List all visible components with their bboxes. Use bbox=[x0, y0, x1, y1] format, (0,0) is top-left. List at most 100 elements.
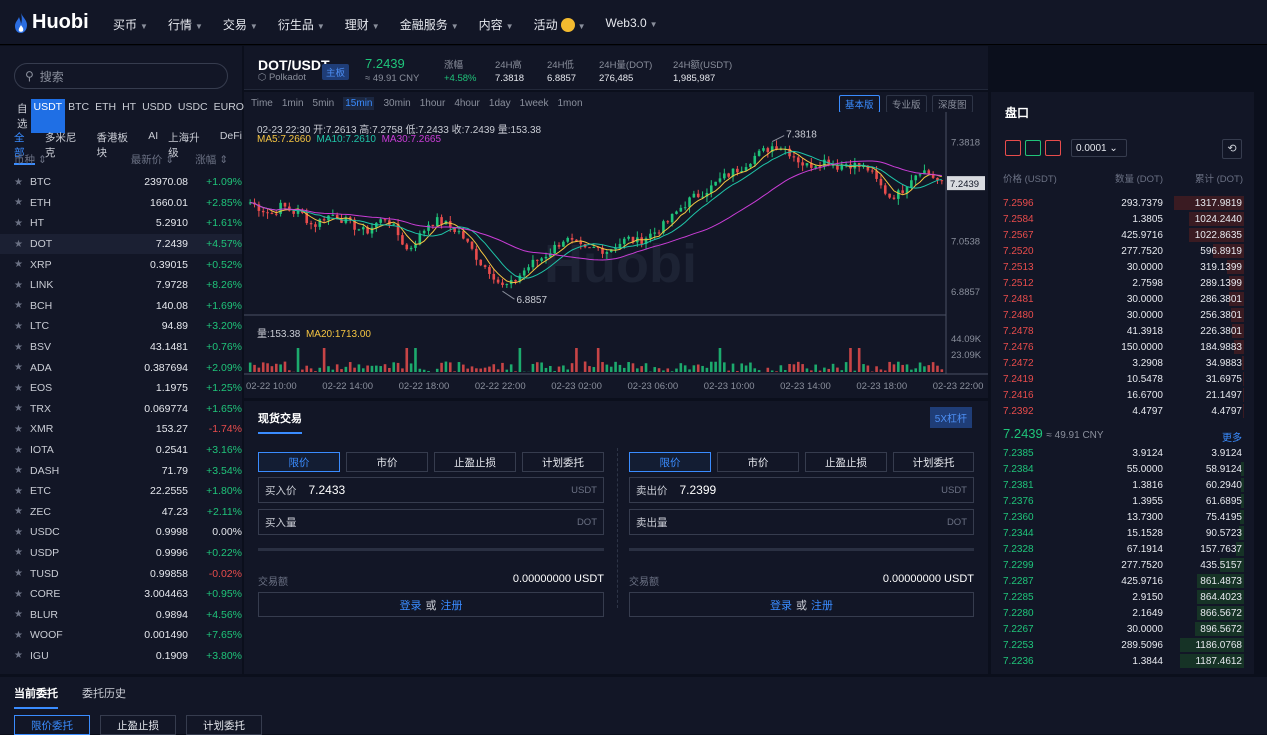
bid-row[interactable]: 7.234415.152890.5723 bbox=[991, 525, 1254, 541]
market-row[interactable]: ★DASH71.79+3.54% bbox=[0, 460, 242, 481]
market-row[interactable]: ★ETC22.2555+1.80% bbox=[0, 481, 242, 502]
star-icon[interactable]: ★ bbox=[14, 280, 30, 291]
tab-ht[interactable]: HT bbox=[119, 99, 139, 133]
bid-row[interactable]: 7.22852.9150864.4023 bbox=[991, 589, 1254, 605]
sort-change[interactable]: 涨幅 ⇕ bbox=[174, 152, 228, 167]
market-row[interactable]: ★BSV43.1481+0.76% bbox=[0, 337, 242, 358]
market-row[interactable]: ★ZEC47.23+2.11% bbox=[0, 502, 242, 523]
bid-row[interactable]: 7.22361.38441187.4612 bbox=[991, 653, 1254, 669]
star-icon[interactable]: ★ bbox=[14, 424, 30, 435]
market-row[interactable]: ★LINK7.9728+8.26% bbox=[0, 275, 242, 296]
market-row[interactable]: ★TRX0.069774+1.65% bbox=[0, 399, 242, 420]
tab-usdc[interactable]: USDC bbox=[175, 99, 211, 133]
star-icon[interactable]: ★ bbox=[14, 342, 30, 353]
buy-trigger-tab[interactable]: 计划委托 bbox=[522, 452, 604, 472]
bid-row[interactable]: 7.238455.000058.9124 bbox=[991, 461, 1254, 477]
sell-stoploss-tab[interactable]: 止盈止损 bbox=[805, 452, 887, 472]
interval-tab[interactable]: 30min bbox=[383, 98, 410, 109]
nav-item-derivatives[interactable]: 衍生品▼ bbox=[278, 16, 325, 33]
market-row[interactable]: ★USDC0.99980.00% bbox=[0, 522, 242, 543]
market-row[interactable]: ★LTC94.89+3.20% bbox=[0, 316, 242, 337]
market-row[interactable]: ★IGU0.1909+3.80% bbox=[0, 646, 242, 667]
market-row[interactable]: ★XMR153.27-1.74% bbox=[0, 419, 242, 440]
market-row[interactable]: ★ETH1660.01+2.85% bbox=[0, 193, 242, 214]
market-row[interactable]: ★DOT7.2439+4.57% bbox=[0, 234, 242, 255]
bid-row[interactable]: 7.23811.381660.2940 bbox=[991, 477, 1254, 493]
ask-row[interactable]: 7.247841.3918226.3801 bbox=[991, 323, 1254, 339]
precision-select[interactable]: 0.0001 ⌄ bbox=[1071, 139, 1127, 157]
market-row[interactable]: ★BCH140.08+1.69% bbox=[0, 296, 242, 317]
interval-tab[interactable]: 1hour bbox=[420, 98, 446, 109]
bid-row[interactable]: 7.2287425.9716861.4873 bbox=[991, 573, 1254, 589]
ask-row[interactable]: 7.2596293.73791317.9819 bbox=[991, 195, 1254, 211]
star-icon[interactable]: ★ bbox=[14, 609, 30, 620]
buy-limit-tab[interactable]: 限价 bbox=[258, 452, 340, 472]
candlestick-chart[interactable]: Huobi7.38186.88577.38187.05386.88577.243… bbox=[244, 112, 988, 398]
tab-eth[interactable]: ETH bbox=[92, 99, 119, 133]
view-basic[interactable]: 基本版 bbox=[839, 95, 880, 113]
market-row[interactable]: ★WOOF0.001490+7.65% bbox=[0, 625, 242, 646]
book-bids-icon[interactable] bbox=[1025, 140, 1041, 156]
buy-qty-field[interactable]: 买入量DOT bbox=[258, 509, 604, 535]
market-row[interactable]: ★ADA0.387694+2.09% bbox=[0, 357, 242, 378]
star-icon[interactable]: ★ bbox=[14, 362, 30, 373]
star-icon[interactable]: ★ bbox=[14, 218, 30, 229]
pair-name[interactable]: DOT/USDT bbox=[258, 57, 330, 73]
star-icon[interactable]: ★ bbox=[14, 445, 30, 456]
interval-tab[interactable]: 4hour bbox=[454, 98, 480, 109]
bid-row[interactable]: 7.2299277.7520435.5157 bbox=[991, 557, 1254, 573]
ask-row[interactable]: 7.25122.7598289.1399 bbox=[991, 275, 1254, 291]
bid-row[interactable]: 7.232867.1914157.7637 bbox=[991, 541, 1254, 557]
sell-trigger-tab[interactable]: 计划委托 bbox=[893, 452, 974, 472]
sell-login-button[interactable]: 登录或注册 bbox=[629, 592, 974, 617]
star-icon[interactable]: ★ bbox=[14, 589, 30, 600]
bid-row[interactable]: 7.2253289.50961186.0768 bbox=[991, 637, 1254, 653]
link-icon[interactable]: ⟲ bbox=[1222, 139, 1242, 159]
buy-login-button[interactable]: 登录或注册 bbox=[258, 592, 604, 617]
star-icon[interactable]: ★ bbox=[14, 486, 30, 497]
ask-row[interactable]: 7.24723.290834.9883 bbox=[991, 355, 1254, 371]
nav-item-finance[interactable]: 金融服务▼ bbox=[400, 16, 459, 33]
star-icon[interactable]: ★ bbox=[14, 300, 30, 311]
nav-item-trade[interactable]: 交易▼ bbox=[223, 16, 258, 33]
sell-limit-tab[interactable]: 限价 bbox=[629, 452, 711, 472]
nav-item-earn[interactable]: 理财▼ bbox=[345, 16, 380, 33]
market-row[interactable]: ★BTC23970.08+1.09% bbox=[0, 172, 242, 193]
sort-coin[interactable]: 币种 ⇕ bbox=[14, 152, 102, 167]
buy-market-tab[interactable]: 市价 bbox=[346, 452, 428, 472]
ask-row[interactable]: 7.251330.0000319.1399 bbox=[991, 259, 1254, 275]
ask-row[interactable]: 7.241910.547831.6975 bbox=[991, 371, 1254, 387]
ask-row[interactable]: 7.25841.38051024.2440 bbox=[991, 211, 1254, 227]
book-both-icon[interactable] bbox=[1005, 140, 1021, 156]
market-row[interactable]: ★HT5.2910+1.61% bbox=[0, 213, 242, 234]
star-icon[interactable]: ★ bbox=[14, 321, 30, 332]
star-icon[interactable]: ★ bbox=[14, 383, 30, 394]
sell-price-field[interactable]: 卖出价7.2399USDT bbox=[629, 477, 974, 503]
nav-item-web3[interactable]: Web3.0▼ bbox=[606, 16, 658, 33]
ask-row[interactable]: 7.2520277.7520596.8919 bbox=[991, 243, 1254, 259]
view-depth[interactable]: 深度图 bbox=[932, 95, 973, 113]
spot-trade-tab[interactable]: 现货交易 bbox=[258, 410, 302, 434]
interval-tab[interactable]: 15min bbox=[343, 97, 374, 110]
market-row[interactable]: ★IOTA0.2541+3.16% bbox=[0, 440, 242, 461]
star-icon[interactable]: ★ bbox=[14, 527, 30, 538]
star-icon[interactable]: ★ bbox=[14, 547, 30, 558]
star-icon[interactable]: ★ bbox=[14, 197, 30, 208]
view-pro[interactable]: 专业版 bbox=[886, 95, 927, 113]
market-row[interactable]: ★TUSD0.99858-0.02% bbox=[0, 563, 242, 584]
star-icon[interactable]: ★ bbox=[14, 650, 30, 661]
star-icon[interactable]: ★ bbox=[14, 506, 30, 517]
market-row[interactable]: ★USDP0.9996+0.22% bbox=[0, 543, 242, 564]
search-input[interactable]: ⚲ 搜索 bbox=[14, 63, 228, 89]
huobi-logo[interactable]: Huobi bbox=[14, 11, 89, 34]
sell-qty-field[interactable]: 卖出量DOT bbox=[629, 509, 974, 535]
leverage-button[interactable]: 5X杠杆 bbox=[930, 407, 972, 428]
tab-open-orders[interactable]: 当前委托 bbox=[14, 685, 58, 709]
ask-row[interactable]: 7.248130.0000286.3801 bbox=[991, 291, 1254, 307]
filter-trigger[interactable]: 计划委托 bbox=[186, 715, 262, 735]
interval-tab[interactable]: 1day bbox=[489, 98, 511, 109]
filter-stoploss[interactable]: 止盈止损 bbox=[100, 715, 176, 735]
bid-row[interactable]: 7.23853.91243.9124 bbox=[991, 445, 1254, 461]
ask-row[interactable]: 7.23924.47974.4797 bbox=[991, 403, 1254, 419]
book-asks-icon[interactable] bbox=[1045, 140, 1061, 156]
